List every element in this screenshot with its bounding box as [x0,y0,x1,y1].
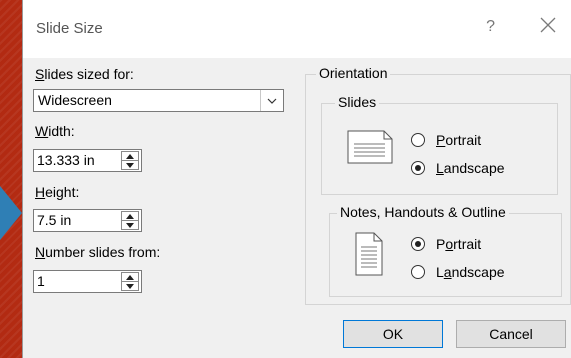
spin-up-icon[interactable] [122,152,138,161]
landscape-page-icon [347,130,393,167]
spin-up-icon[interactable] [122,273,138,282]
help-button[interactable]: ? [486,18,495,36]
slides-portrait-label: Portrait [436,132,482,148]
portrait-page-icon [355,232,383,279]
slides-orientation-label: Slides [335,94,380,110]
slide-size-dialog: Slide Size ? Slides sized for: Widescree… [22,0,571,358]
number-slides-from-spinner[interactable]: 1 [33,270,142,293]
radio-circle-icon[interactable] [411,265,425,279]
slides-sized-for-dropdown[interactable]: Widescreen [33,89,284,112]
notes-orientation-label: Notes, Handouts & Outline [337,204,509,220]
notes-portrait-label: Portrait [436,236,482,252]
orientation-label: Orientation [316,65,391,81]
notes-landscape-label: Landscape [436,264,505,280]
radio-selected-icon[interactable] [411,237,425,251]
spin-down-icon[interactable] [122,282,138,290]
width-label: Width: [35,123,75,139]
notes-landscape-radio[interactable]: Landscape [411,264,505,280]
slides-landscape-radio[interactable]: Landscape [411,160,505,176]
slides-sized-for-label: Slides sized for: [35,66,134,82]
slides-landscape-label: Landscape [436,160,505,176]
notes-portrait-radio[interactable]: Portrait [411,236,481,252]
number-slides-from-label: Number slides from: [35,244,161,260]
width-spinner[interactable]: 13.333 in [33,149,142,172]
height-label: Height: [35,184,80,200]
title-bar: Slide Size ? [23,0,571,58]
slides-portrait-radio[interactable]: Portrait [411,132,481,148]
width-spin-buttons[interactable] [121,151,139,170]
chevron-down-icon[interactable] [260,90,283,111]
radio-circle-icon[interactable] [411,133,425,147]
spin-down-icon[interactable] [122,221,138,229]
number-slides-from-value: 1 [37,273,45,289]
close-icon[interactable] [537,14,559,36]
dialog-title: Slide Size [36,20,103,37]
width-value: 13.333 in [37,152,95,168]
cancel-button[interactable]: Cancel [456,320,566,348]
ok-button[interactable]: OK [343,320,443,348]
slides-sized-for-value: Widescreen [38,92,112,108]
number-spin-buttons[interactable] [121,272,139,291]
height-spin-buttons[interactable] [121,211,139,230]
radio-selected-icon[interactable] [411,161,425,175]
spin-up-icon[interactable] [122,212,138,221]
height-value: 7.5 in [37,212,72,228]
background-arrow-shape [0,186,22,240]
height-spinner[interactable]: 7.5 in [33,209,142,232]
spin-down-icon[interactable] [122,161,138,169]
